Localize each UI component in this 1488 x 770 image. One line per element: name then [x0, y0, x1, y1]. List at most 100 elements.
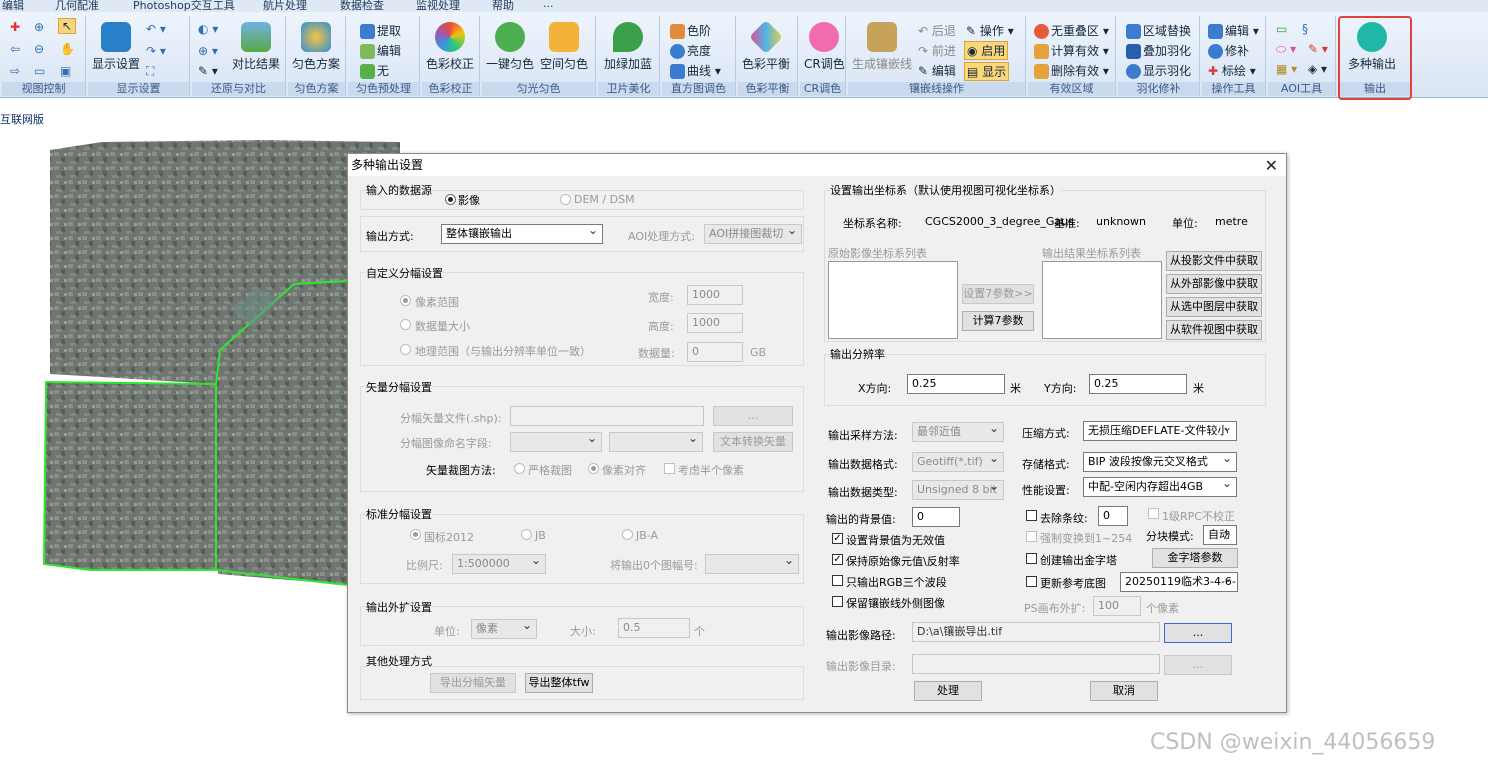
crosshair-icon[interactable]: ✚ — [10, 20, 20, 34]
scale-select[interactable]: 1:500000 — [452, 554, 546, 574]
compare-result-button[interactable]: 对比结果 — [232, 22, 280, 72]
brightness-button[interactable]: 亮度 — [670, 42, 711, 59]
gb2012-radio[interactable] — [410, 529, 421, 540]
storage-select[interactable]: BIP 波段按像元交叉格式 — [1083, 452, 1237, 472]
zoom-in-icon[interactable]: ⊕ — [34, 20, 44, 34]
region-replace-button[interactable]: 区域替换 — [1126, 22, 1191, 39]
cursor-icon[interactable]: ↖ — [58, 18, 76, 34]
expand-icon[interactable]: ⛶ — [146, 64, 154, 79]
tile-count-select[interactable] — [705, 554, 799, 574]
pen-icon[interactable]: ✎ ▾ — [1308, 42, 1328, 56]
enable-button[interactable]: ◉ 启用 — [964, 41, 1009, 60]
from-proj-file-button[interactable]: 从投影文件中获取 — [1166, 251, 1262, 271]
rgb-only-checkbox[interactable] — [832, 575, 843, 586]
output-dir-input[interactable] — [912, 654, 1160, 674]
menu-monitor[interactable]: 监视处理 — [416, 0, 460, 12]
shp-file-input[interactable] — [510, 406, 704, 426]
edit-button[interactable]: 编辑 — [360, 42, 401, 59]
menu-more[interactable]: ... — [543, 0, 554, 10]
width-input[interactable]: 1000 — [687, 285, 743, 305]
pyramid-checkbox[interactable] — [1026, 553, 1037, 564]
output-mode-select[interactable]: 整体镶嵌输出 — [441, 224, 603, 244]
pan-icon[interactable]: ✋ — [60, 42, 75, 56]
set-7-params-button[interactable]: 设置7参数>> — [962, 284, 1034, 304]
force-transform-checkbox[interactable] — [1026, 531, 1037, 542]
color-balance-button[interactable]: 色彩平衡 — [742, 20, 790, 72]
compress-select[interactable]: 无损压缩DEFLATE-文件较小 — [1083, 421, 1237, 441]
restore-icon[interactable]: ◐ ▾ — [198, 22, 218, 36]
menu-photoshop[interactable]: Photoshop交互工具 — [133, 0, 235, 12]
redo-icon[interactable]: ↷ ▾ — [146, 44, 166, 58]
update-basemap-checkbox[interactable] — [1026, 576, 1037, 587]
operate-button[interactable]: ✎ 操作 ▾ — [966, 22, 1014, 39]
jba-radio[interactable] — [622, 529, 633, 540]
basemap-select[interactable]: 20250119临术3-4-6- — [1120, 572, 1238, 592]
menu-check[interactable]: 数据检查 — [340, 0, 384, 12]
pixel-range-radio[interactable] — [400, 295, 411, 306]
expand-size-input[interactable]: 0.5 — [618, 618, 690, 638]
extract-button[interactable]: 提取 — [360, 22, 401, 39]
forward-button[interactable]: ↷ 前进 — [918, 42, 956, 59]
green-blue-button[interactable]: 加绿加蓝 — [604, 22, 652, 72]
keep-pixel-checkbox[interactable]: ✓ — [832, 554, 843, 565]
color-correct-button[interactable]: 色彩校正 — [426, 22, 474, 72]
strip-checkbox[interactable] — [1026, 510, 1037, 521]
no-overlap-button[interactable]: 无重叠区 ▾ — [1034, 22, 1109, 39]
rect-icon[interactable]: ▭ — [1276, 22, 1287, 36]
patch-button[interactable]: 修补 — [1208, 42, 1249, 59]
back-icon[interactable]: ⇦ — [10, 42, 20, 56]
undo-icon[interactable]: ↶ ▾ — [146, 22, 166, 36]
perf-select[interactable]: 中配-空闲内存超出4GB — [1083, 477, 1237, 497]
size-input[interactable]: 0 — [687, 342, 743, 362]
fill-icon[interactable]: ◈ ▾ — [1308, 62, 1327, 76]
zoom-out-icon[interactable]: ⊖ — [34, 42, 44, 56]
src-crs-list[interactable] — [828, 261, 958, 339]
half-pixel-checkbox[interactable] — [664, 463, 675, 474]
bg-input[interactable]: 0 — [912, 507, 960, 527]
show-feather-button[interactable]: 显示羽化 — [1126, 62, 1191, 79]
ps-expand-input[interactable]: 100 — [1093, 596, 1141, 616]
back-button[interactable]: ↶ 后退 — [918, 22, 956, 39]
aoi-mode-select[interactable]: AOI拼接图裁切 — [704, 224, 802, 244]
seam-edit-button[interactable]: ✎ 编辑 — [918, 62, 956, 79]
keep-outside-checkbox[interactable] — [832, 596, 843, 607]
delete-valid-button[interactable]: 删除有效 ▾ — [1034, 62, 1109, 79]
data-size-radio[interactable] — [400, 319, 411, 330]
full-extent-icon[interactable]: ▭ — [34, 64, 45, 78]
bg-invalid-checkbox[interactable]: ✓ — [832, 533, 843, 544]
text-to-vector-button[interactable]: 文本转换矢量 — [713, 432, 793, 452]
source-image-radio[interactable] — [445, 194, 456, 205]
dodge-plan-button[interactable]: 匀色方案 — [292, 22, 340, 72]
plot-button[interactable]: ✚ 标绘 ▾ — [1208, 62, 1256, 79]
export-tile-vector-button[interactable]: 导出分幅矢量 — [430, 673, 516, 693]
geo-range-radio[interactable] — [400, 344, 411, 355]
menu-help[interactable]: 帮助 — [492, 0, 514, 12]
format-select[interactable]: Geotiff(*.tif) — [912, 452, 1004, 472]
ellipse-icon[interactable]: ⬭ ▾ — [1276, 42, 1296, 57]
source-dem-radio[interactable] — [560, 194, 571, 205]
process-button[interactable]: 处理 — [914, 681, 982, 701]
strict-clip-radio[interactable] — [514, 463, 525, 474]
pyramid-params-button[interactable]: 金字塔参数 — [1152, 548, 1238, 568]
from-external-image-button[interactable]: 从外部影像中获取 — [1166, 274, 1262, 294]
export-tfw-button[interactable]: 导出整体tfw — [525, 673, 593, 693]
s-shape-icon[interactable]: § — [1302, 22, 1308, 36]
display-settings-button[interactable]: 显示设置 — [92, 22, 140, 72]
dtype-select[interactable]: Unsigned 8 bit — [912, 480, 1004, 500]
add-icon[interactable]: ⊕ ▾ — [198, 44, 218, 58]
menu-georef[interactable]: 几何配准 — [55, 0, 99, 12]
output-dir-browse-button[interactable]: ... — [1164, 655, 1232, 675]
resample-select[interactable]: 最邻近值 — [912, 422, 1004, 442]
block-select[interactable]: 自动 — [1203, 525, 1237, 545]
output-path-browse-button[interactable]: ... — [1164, 623, 1232, 643]
output-path-input[interactable]: D:\a\镶嵌导出.tif — [912, 622, 1160, 642]
from-selected-layer-button[interactable]: 从选中图层中获取 — [1166, 297, 1262, 317]
ops-edit-button[interactable]: 编辑 ▾ — [1208, 22, 1259, 39]
cr-adjust-button[interactable]: CR调色 — [804, 22, 845, 72]
strip-input[interactable]: 0 — [1098, 506, 1128, 526]
calc-valid-button[interactable]: 计算有效 ▾ — [1034, 42, 1109, 59]
none-button[interactable]: 无 — [360, 62, 389, 79]
from-software-view-button[interactable]: 从软件视图中获取 — [1166, 320, 1262, 340]
trash-icon[interactable]: ▦ ▾ — [1276, 62, 1297, 76]
rpc-checkbox[interactable] — [1148, 508, 1159, 519]
